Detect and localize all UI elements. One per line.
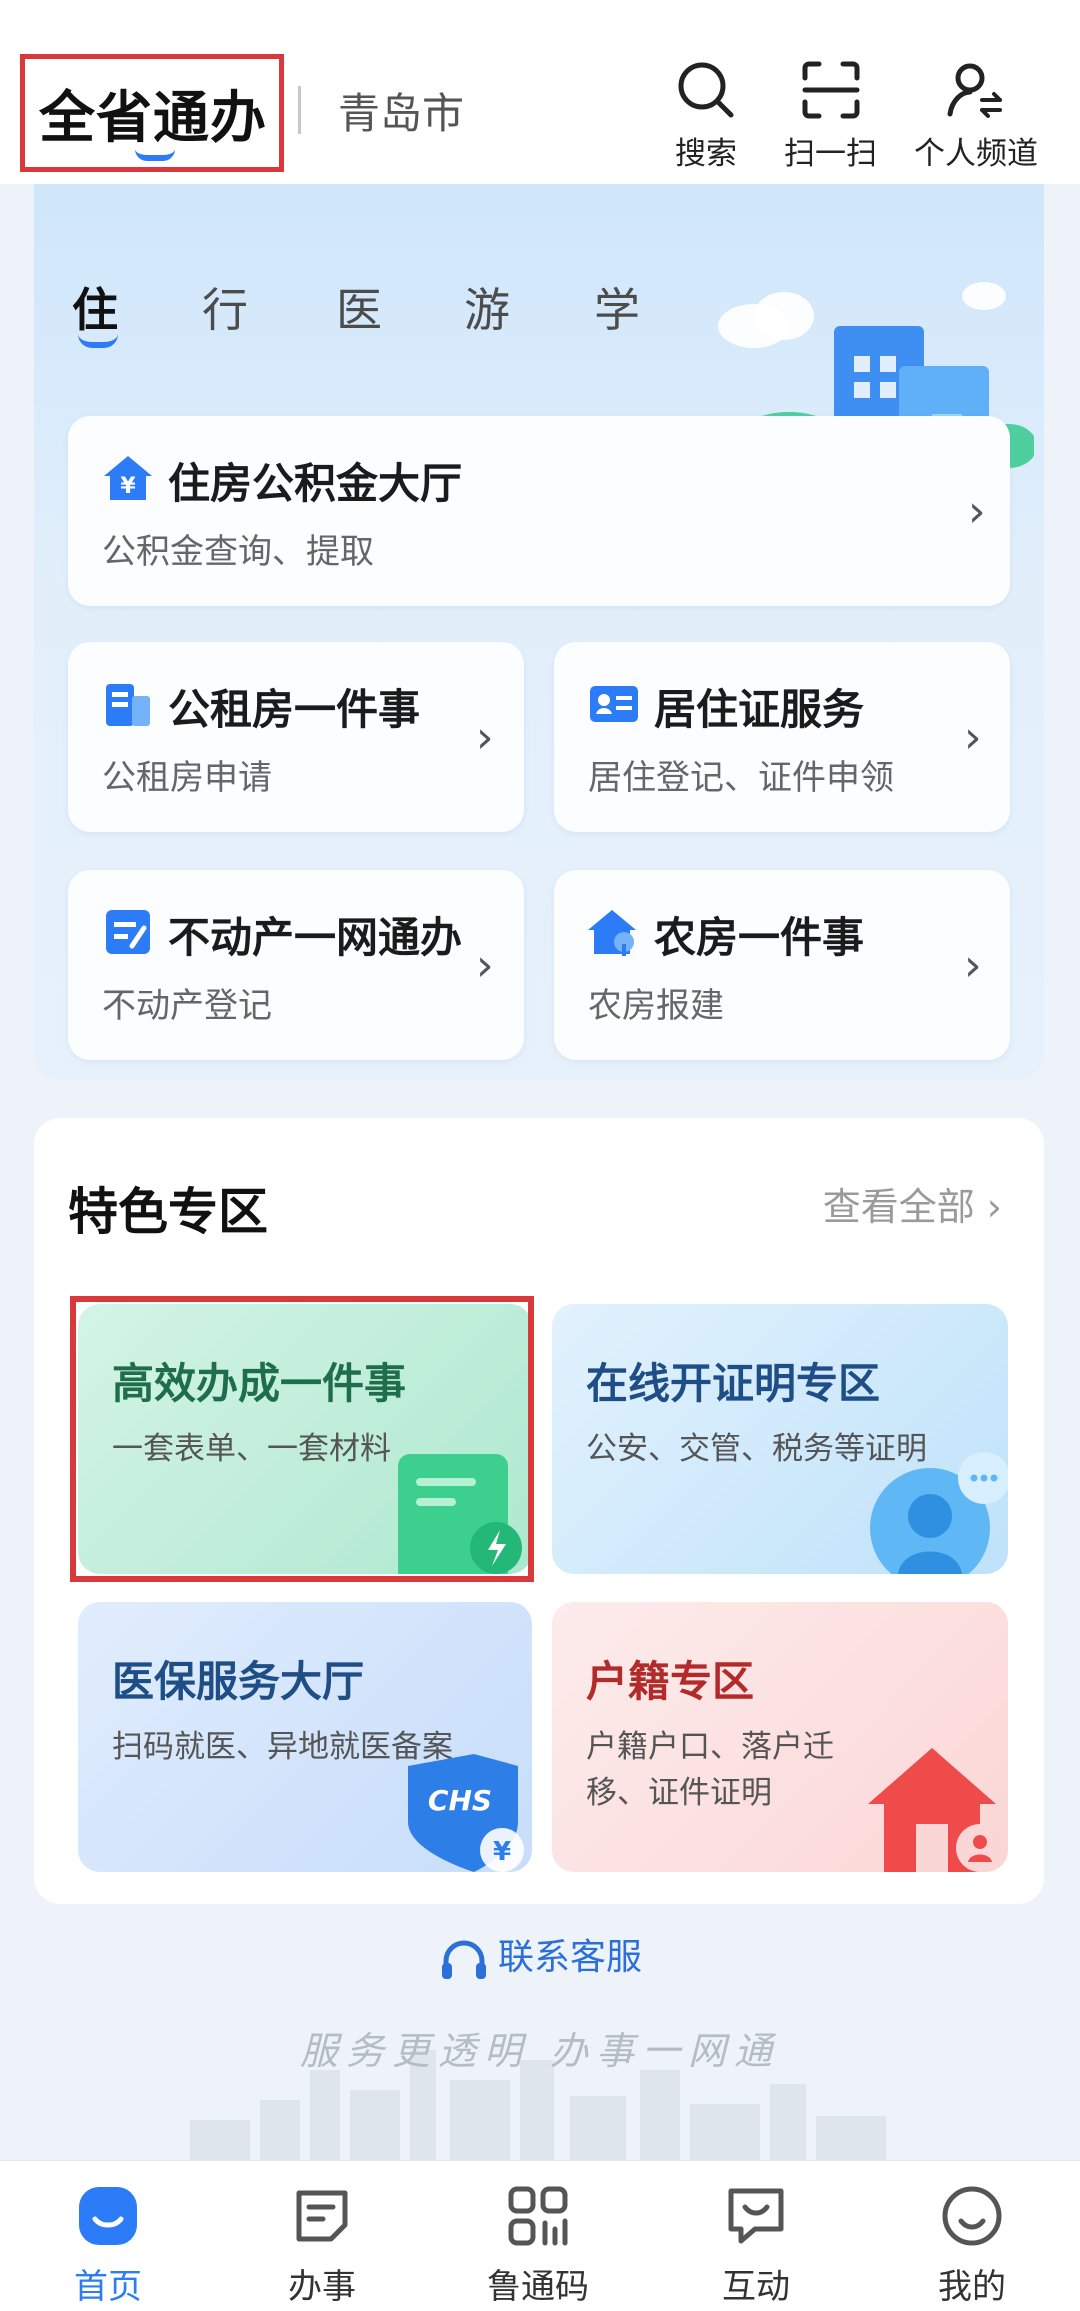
personal-channel-label: 个人频道: [914, 136, 1038, 172]
contact-service-label: 联系客服: [497, 1937, 642, 1978]
nav-qr-code[interactable]: 鲁通码: [458, 2181, 618, 2308]
online-certificate-card[interactable]: 在线开证明专区 公安、交管、税务等证明: [552, 1304, 1008, 1574]
nav-qr-code-label: 鲁通码: [487, 2267, 589, 2307]
rural-house-title: 农房一件事: [654, 913, 865, 962]
view-all-link[interactable]: 查看全部 ›: [823, 1176, 1002, 1231]
rural-house-card[interactable]: 农房一件事 农房报建 ›: [554, 870, 1010, 1060]
housing-fund-subtitle: 公积金查询、提取: [102, 532, 374, 572]
public-rental-card[interactable]: 公租房一件事 公租房申请 ›: [68, 642, 524, 832]
nav-home-label: 首页: [74, 2267, 142, 2307]
scan-button[interactable]: 扫一扫: [784, 58, 877, 173]
slogan: 服务更透明 办事一网通: [299, 2029, 781, 2073]
nav-profile[interactable]: 我的: [892, 2181, 1052, 2308]
app-title-highlight[interactable]: 全省通办: [20, 54, 284, 172]
search-label: 搜索: [675, 136, 737, 172]
personal-channel-icon: [947, 63, 1002, 118]
life-services-panel: 住 行 医 游 学 ¥ 住房公积金大厅 公积金查询、提取 › 公租房一件事 公租…: [34, 184, 1044, 1080]
scan-icon: [802, 61, 859, 119]
chs-badge-text: CHS: [428, 1784, 492, 1817]
rural-house-subtitle: 农房报建: [588, 986, 724, 1026]
online-certificate-title: 在线开证明专区: [586, 1359, 881, 1408]
real-estate-card[interactable]: 不动产一网通办 不动产登记 ›: [68, 870, 524, 1060]
bottom-navigation: 首页 办事 鲁通码 互动 我的: [0, 2160, 1080, 2311]
home-icon: [79, 2187, 137, 2245]
chs-shield-icon: CHS ¥: [408, 1754, 524, 1872]
residence-permit-icon: [590, 686, 638, 722]
efficient-one-thing-title: 高效办成一件事: [112, 1359, 407, 1408]
tab-medical[interactable]: 医: [336, 274, 382, 340]
title-underline: [135, 149, 175, 161]
residence-permit-title: 居住证服务: [654, 685, 865, 734]
tab-tour[interactable]: 游: [464, 274, 510, 340]
svg-text:¥: ¥: [120, 474, 136, 499]
tasks-icon: [296, 2190, 348, 2242]
city-selector[interactable]: 青岛市: [338, 80, 464, 141]
search-icon: [678, 62, 734, 118]
featured-zone-panel: 特色专区 查看全部 › 高效办成一件事 一套表单、一套材料 在线开证明专区 公安…: [34, 1118, 1044, 1904]
efficient-one-thing-card[interactable]: 高效办成一件事 一套表单、一套材料: [78, 1304, 532, 1574]
search-button[interactable]: 搜索: [674, 58, 738, 173]
tab-live[interactable]: 住: [72, 274, 118, 340]
house-person-icon: [868, 1748, 1004, 1872]
medical-insurance-card[interactable]: 医保服务大厅 扫码就医、异地就医备案 CHS ¥: [78, 1602, 532, 1872]
efficient-one-thing-subtitle: 一套表单、一套材料: [112, 1431, 391, 1467]
household-registration-title: 户籍专区: [586, 1657, 755, 1706]
chevron-right-icon: ›: [964, 940, 982, 991]
person-chat-icon: [870, 1452, 1008, 1574]
real-estate-subtitle: 不动产登记: [102, 986, 272, 1026]
housing-fund-icon: ¥: [104, 456, 152, 500]
city-divider: [298, 86, 301, 134]
nav-home[interactable]: 首页: [28, 2181, 188, 2308]
chevron-right-icon: ›: [964, 712, 982, 763]
chevron-right-icon: ›: [968, 486, 986, 537]
housing-fund-card[interactable]: ¥ 住房公积金大厅 公积金查询、提取 ›: [68, 416, 1010, 606]
chevron-right-icon: ›: [476, 712, 494, 763]
headset-icon: [441, 1940, 486, 1979]
document-bolt-icon: [398, 1454, 522, 1574]
personal-channel-button[interactable]: 个人频道: [914, 58, 1038, 173]
view-all-label: 查看全部: [822, 1185, 975, 1229]
svg-text:¥: ¥: [493, 1837, 511, 1867]
residence-permit-card[interactable]: 居住证服务 居住登记、证件申领 ›: [554, 642, 1010, 832]
contact-service-link[interactable]: 联系客服: [0, 1928, 1080, 1983]
top-header: 全省通办 青岛市 搜索 扫一扫 个人频道: [0, 0, 1080, 184]
featured-title: 特色专区: [68, 1183, 268, 1241]
qr-code-icon: [508, 2186, 568, 2246]
nav-tasks-label: 办事: [288, 2267, 356, 2307]
public-rental-subtitle: 公租房申请: [102, 758, 272, 798]
real-estate-icon: [106, 910, 150, 954]
real-estate-title: 不动产一网通办: [168, 913, 463, 962]
nav-profile-label: 我的: [938, 2267, 1006, 2307]
tab-active-indicator: [78, 334, 118, 348]
rural-house-icon: [588, 910, 636, 956]
app-title[interactable]: 全省通办: [39, 73, 267, 154]
public-rental-icon: [106, 684, 150, 726]
nav-tasks[interactable]: 办事: [242, 2181, 402, 2308]
housing-fund-title: 住房公积金大厅: [168, 459, 463, 508]
household-registration-card[interactable]: 户籍专区 户籍户口、落户迁移、证件证明: [552, 1602, 1008, 1872]
tab-travel[interactable]: 行: [202, 274, 248, 340]
interaction-icon: [728, 2188, 784, 2244]
nav-interaction[interactable]: 互动: [676, 2181, 836, 2308]
scan-label: 扫一扫: [784, 136, 877, 172]
tab-study[interactable]: 学: [594, 274, 640, 340]
chevron-right-icon: ›: [476, 940, 494, 991]
residence-permit-subtitle: 居住登记、证件申领: [588, 758, 894, 798]
public-rental-title: 公租房一件事: [168, 685, 421, 734]
nav-interaction-label: 互动: [722, 2267, 790, 2307]
medical-insurance-title: 医保服务大厅: [112, 1657, 365, 1706]
profile-icon: [942, 2186, 1002, 2246]
household-registration-subtitle: 户籍户口、落户迁移、证件证明: [586, 1729, 834, 1811]
